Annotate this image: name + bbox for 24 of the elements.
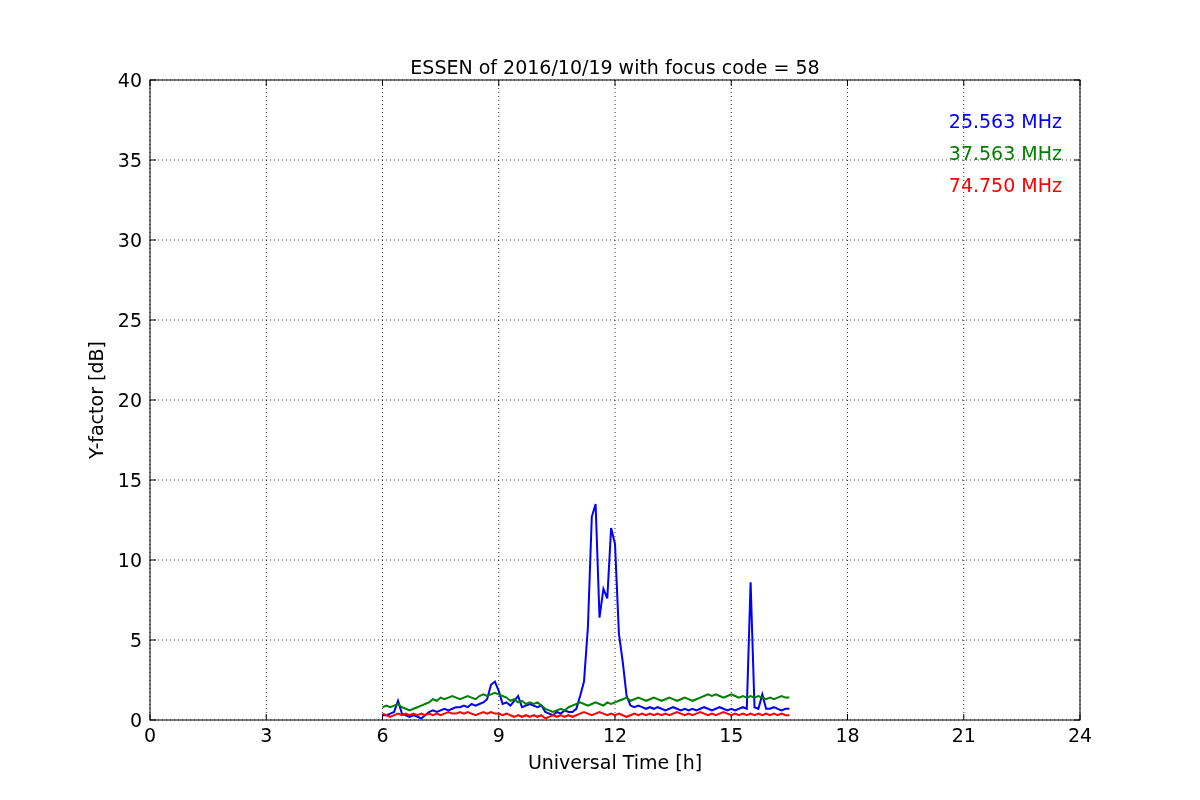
tick-label: 20 — [117, 389, 142, 411]
tick-label: 18 — [835, 724, 860, 746]
tick-label: 15 — [117, 469, 142, 491]
tick-label: 6 — [376, 724, 389, 746]
tick-label: 40 — [117, 69, 142, 91]
tick-label: 10 — [117, 549, 142, 571]
legend-label: 25.563 MHz — [948, 110, 1062, 132]
tick-label: 35 — [117, 149, 142, 171]
tick-label: 24 — [1067, 724, 1093, 746]
tick-label: 21 — [951, 724, 976, 746]
tick-label: 0 — [143, 724, 157, 746]
tick-label: 25 — [117, 309, 142, 331]
legend-label: 37.563 MHz — [948, 142, 1062, 164]
tick-label: 3 — [260, 724, 273, 746]
chart-title: ESSEN of 2016/10/19 with focus code = 58 — [410, 56, 820, 78]
tick-label: 5 — [129, 629, 142, 651]
y-axis-label: Y-factor [dB] — [85, 341, 107, 459]
tick-label: 12 — [602, 724, 628, 746]
x-axis-label: Universal Time [h] — [527, 751, 703, 773]
legend-label: 74.750 MHz — [948, 174, 1062, 196]
tick-label: 30 — [117, 229, 142, 251]
tick-label: 9 — [492, 724, 505, 746]
tick-label: 0 — [129, 709, 142, 731]
tick-label: 15 — [719, 724, 744, 746]
